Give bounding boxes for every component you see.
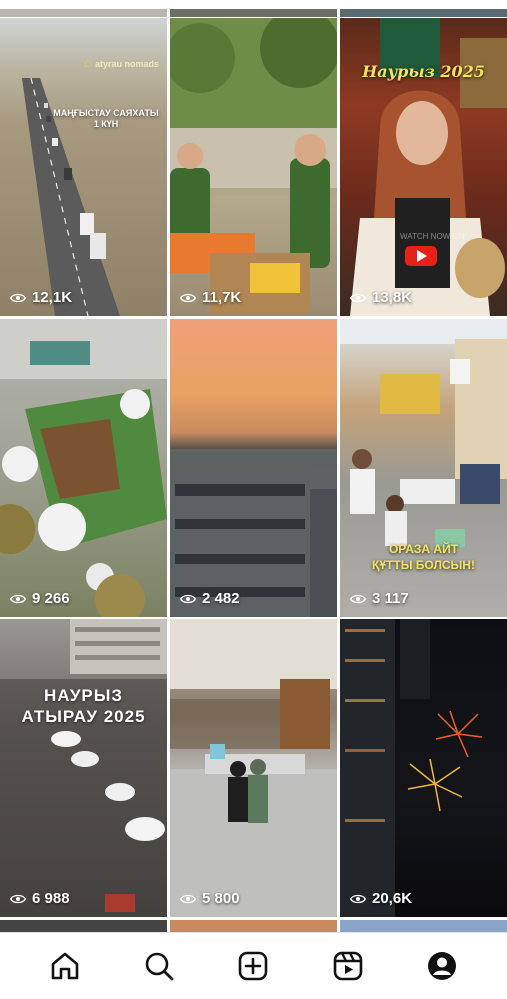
post-caption-overlay: МАҢҒЫСТАУ САЯХАТЫ 1 КҮН <box>53 108 159 129</box>
view-count: 5 800 <box>180 890 240 907</box>
post-thumbnail <box>0 619 167 917</box>
post-caption-overlay: НАУРЫЗ АТЫРАУ 2025 <box>21 686 146 726</box>
post-tile[interactable]: ⌂ atyrau nomads МАҢҒЫСТАУ САЯХАТЫ 1 КҮН … <box>0 18 167 316</box>
post-thumbnail <box>170 619 337 917</box>
post-thumbnail <box>170 319 337 617</box>
view-count: 20,6K <box>350 890 412 907</box>
nav-search-button[interactable] <box>139 946 179 986</box>
view-count-value: 12,1K <box>32 289 73 306</box>
search-icon <box>145 952 174 981</box>
nav-home-button[interactable] <box>45 946 85 986</box>
nav-profile-button[interactable] <box>422 946 462 986</box>
post-thumbnail <box>170 18 337 316</box>
post-thumbnail <box>0 319 167 617</box>
eye-icon <box>180 594 196 603</box>
post-thumbnail <box>340 619 507 917</box>
previous-row-strip <box>0 0 507 18</box>
eye-icon <box>10 293 26 302</box>
nav-create-button[interactable] <box>233 946 273 986</box>
post-caption-overlay: Наурыз 2025 <box>362 62 485 81</box>
view-count: 12,1K <box>10 289 72 306</box>
post-tile[interactable]: 5 800 <box>170 619 337 917</box>
watermark-text: WATCH NOW ON <box>400 232 465 241</box>
eye-icon <box>10 894 26 903</box>
post-tile[interactable]: НАУРЫЗ АТЫРАУ 2025 6 988 <box>0 619 167 917</box>
nav-reels-button[interactable] <box>328 946 368 986</box>
view-count-value: 5 800 <box>202 890 240 907</box>
eye-icon <box>350 894 366 903</box>
eye-icon <box>10 594 26 603</box>
view-count: 13,8K <box>350 289 412 306</box>
view-count-value: 9 266 <box>32 590 70 607</box>
view-count: 2 482 <box>180 590 240 607</box>
post-tile[interactable]: 9 266 <box>0 319 167 617</box>
post-tile[interactable]: 2 482 <box>170 319 337 617</box>
view-count: 6 988 <box>10 890 70 907</box>
next-row-strip <box>0 918 507 932</box>
post-caption-overlay: ОРАЗА АЙТ ҚҰТТЫ БОЛСЫН! <box>372 542 475 572</box>
eye-icon <box>350 293 366 302</box>
view-count-value: 11,7K <box>202 289 242 306</box>
post-tile[interactable]: Наурыз 2025 WATCH NOW ON 13,8K <box>340 18 507 316</box>
create-icon <box>239 951 268 981</box>
view-count-value: 20,6K <box>372 890 413 907</box>
eye-icon <box>350 594 366 603</box>
post-tile[interactable]: 11,7K <box>170 18 337 316</box>
view-count-value: 2 482 <box>202 590 240 607</box>
view-count-value: 3 117 <box>372 590 409 607</box>
view-count-value: 6 988 <box>32 890 70 907</box>
reels-icon <box>333 951 362 981</box>
view-count: 9 266 <box>10 590 70 607</box>
view-count-value: 13,8K <box>372 289 413 306</box>
brand-logo: ⌂ atyrau nomads <box>83 54 159 70</box>
home-icon <box>51 952 79 980</box>
view-count: 11,7K <box>180 289 241 306</box>
post-tile[interactable]: ОРАЗА АЙТ ҚҰТТЫ БОЛСЫН! 3 117 <box>340 319 507 617</box>
view-count: 3 117 <box>350 590 409 607</box>
post-tile[interactable]: 20,6K <box>340 619 507 917</box>
eye-icon <box>180 293 196 302</box>
bottom-nav <box>0 932 507 999</box>
profile-icon <box>427 952 456 980</box>
eye-icon <box>180 894 196 903</box>
brand-logo-text: atyrau nomads <box>94 59 159 69</box>
